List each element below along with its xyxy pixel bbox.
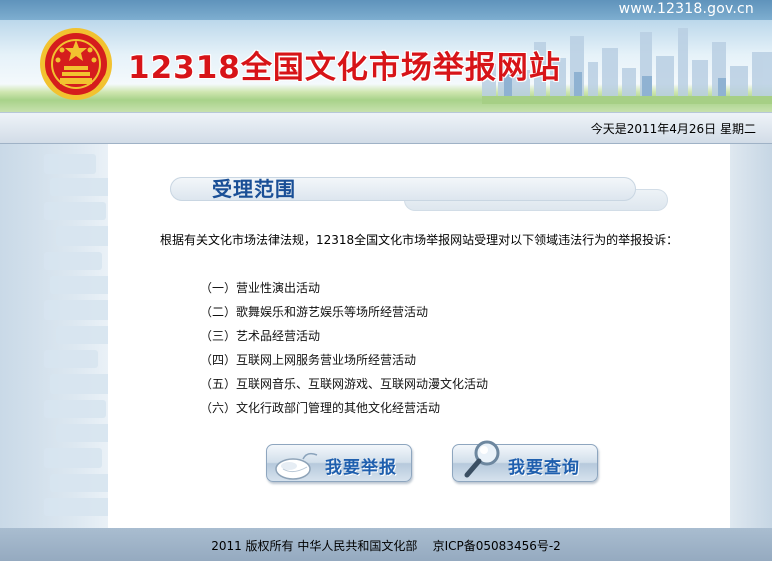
- report-button-label: 我要举报: [325, 458, 397, 478]
- footer: 2011 版权所有 中华人民共和国文化部 京ICP备05083456号-2: [0, 528, 772, 561]
- scope-item: （五）互联网音乐、互联网游戏、互联网动漫文化活动: [200, 377, 489, 391]
- scope-item: （三）艺术品经营活动: [200, 329, 321, 343]
- scope-list: （一）营业性演出活动 （二）歌舞娱乐和游艺娱乐等场所经营活动 （三）艺术品经营活…: [200, 276, 488, 420]
- decorative-block: [50, 178, 108, 196]
- decorative-block: [44, 350, 98, 368]
- decorative-block: [56, 424, 108, 442]
- decorative-block: [50, 374, 108, 394]
- scope-item: （二）歌舞娱乐和游艺娱乐等场所经营活动: [200, 305, 429, 319]
- right-decorative-gutter: [730, 144, 772, 528]
- footer-copyright: 2011 版权所有 中华人民共和国文化部 京ICP备05083456号-2: [211, 539, 561, 553]
- date-bar: 今天是2011年4月26日 星期二: [0, 112, 772, 144]
- scope-item: （六）文化行政部门管理的其他文化经营活动: [200, 401, 441, 415]
- site-title: 12318全国文化市场举报网站: [128, 50, 561, 86]
- national-emblem-icon: [40, 28, 112, 100]
- decorative-block: [44, 252, 102, 270]
- decorative-block: [56, 226, 108, 246]
- left-decorative-gutter: [0, 144, 108, 528]
- site-banner: www.12318.gov.cn 12318全国文化市场举报网站: [0, 0, 772, 112]
- scope-item: （一）营业性演出活动: [200, 281, 321, 295]
- decorative-block: [50, 276, 108, 294]
- decorative-block: [50, 474, 108, 492]
- current-date: 今天是2011年4月26日 星期二: [590, 122, 756, 136]
- report-button[interactable]: 我要举报: [266, 444, 412, 482]
- intro-paragraph: 根据有关文化市场法律法规，12318全国文化市场举报网站受理对以下领域违法行为的…: [160, 233, 679, 247]
- main-content-panel: 受理范围 根据有关文化市场法律法规，12318全国文化市场举报网站受理对以下领域…: [108, 144, 730, 528]
- query-button[interactable]: 我要查询: [452, 440, 598, 482]
- decorative-block: [44, 448, 102, 468]
- magnifier-icon: [464, 440, 500, 478]
- section-title: 受理范围: [212, 177, 296, 201]
- decorative-block: [44, 202, 106, 220]
- decorative-block: [44, 154, 96, 174]
- decorative-block: [44, 498, 108, 516]
- scope-item: （四）互联网上网服务营业场所经营活动: [200, 353, 417, 367]
- mouse-icon: [275, 452, 318, 480]
- query-button-label: 我要查询: [508, 458, 580, 478]
- decorative-block: [44, 400, 106, 418]
- decorative-block: [44, 300, 108, 320]
- decorative-block: [56, 326, 108, 344]
